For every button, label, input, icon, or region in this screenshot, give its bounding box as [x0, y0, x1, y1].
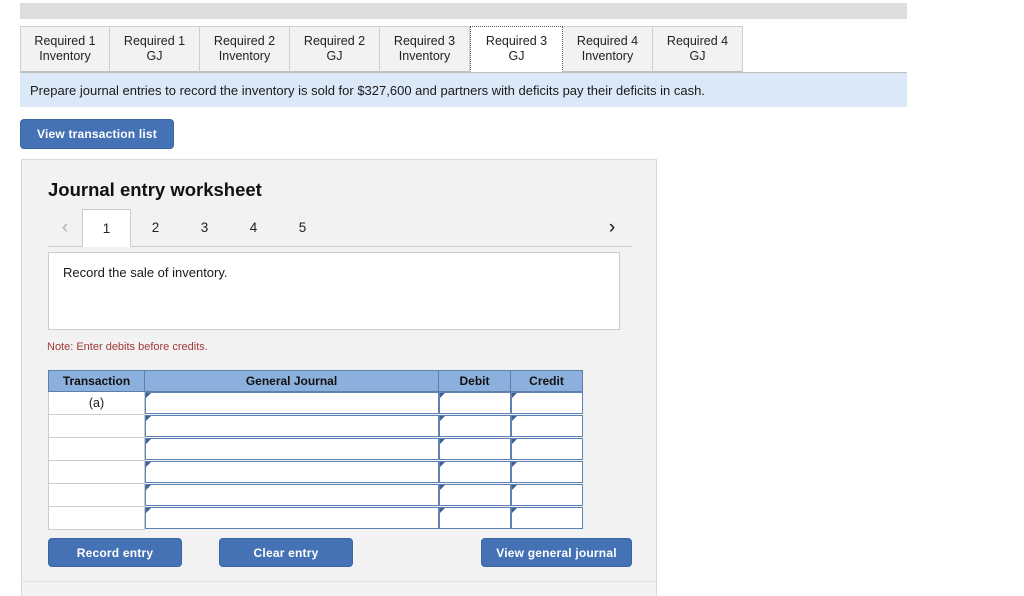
table-row: (a) — [48, 391, 583, 415]
requirement-tab-4[interactable]: Required 2 GJ — [290, 26, 380, 72]
general-journal-cell — [145, 506, 439, 530]
entry-description-text: Record the sale of inventory. — [63, 265, 228, 280]
table-row — [48, 437, 583, 461]
journal-entry-worksheet-panel: Journal entry worksheet ‹ 1 2 3 4 5 › Record t… — [21, 159, 657, 596]
requirement-tab-7[interactable]: Required 4 Inventory — [563, 26, 653, 72]
column-header-credit: Credit — [510, 370, 583, 392]
credit-cell — [510, 506, 583, 530]
credit-input[interactable] — [510, 437, 583, 460]
pager-prev-icon[interactable]: ‹ — [48, 209, 82, 246]
table-row — [48, 414, 583, 438]
debit-cell — [438, 391, 511, 415]
pager-next-icon[interactable]: › — [592, 209, 632, 246]
debit-input[interactable] — [438, 460, 511, 483]
top-gray-strip — [20, 3, 907, 19]
credit-cell — [510, 483, 583, 507]
transaction-cell — [48, 506, 145, 530]
general-journal-cell — [145, 391, 439, 415]
table-row — [48, 506, 583, 530]
debit-cell — [438, 437, 511, 461]
view-transaction-list-button[interactable]: View transaction list — [20, 119, 174, 149]
table-header-row: Transaction General Journal Debit Credit — [48, 370, 583, 392]
journal-entry-table: Transaction General Journal Debit Credit… — [48, 370, 583, 530]
credit-cell — [510, 460, 583, 484]
general-journal-input[interactable] — [145, 437, 439, 460]
debit-cell — [438, 414, 511, 438]
credit-cell — [510, 437, 583, 461]
debit-cell — [438, 506, 511, 530]
requirement-tab-3[interactable]: Required 2 Inventory — [200, 26, 290, 72]
general-journal-cell — [145, 437, 439, 461]
requirement-tab-1[interactable]: Required 1 Inventory — [20, 26, 110, 72]
general-journal-input[interactable] — [145, 460, 439, 483]
general-journal-input[interactable] — [145, 391, 439, 414]
credit-input[interactable] — [510, 506, 583, 529]
debit-input[interactable] — [438, 506, 511, 529]
instruction-text: Prepare journal entries to record the in… — [30, 82, 705, 98]
general-journal-cell — [145, 460, 439, 484]
requirement-tab-6[interactable]: Required 3 GJ — [470, 26, 563, 72]
credit-cell — [510, 391, 583, 415]
transaction-cell — [48, 414, 145, 438]
pager-page-4[interactable]: 4 — [229, 209, 278, 246]
requirement-tab-5[interactable]: Required 3 Inventory — [380, 26, 470, 72]
credit-input[interactable] — [510, 391, 583, 414]
debit-input[interactable] — [438, 391, 511, 414]
debit-input[interactable] — [438, 483, 511, 506]
pager-page-1[interactable]: 1 — [82, 209, 131, 247]
debits-before-credits-note: Note: Enter debits before credits. — [47, 341, 208, 353]
pager-page-5[interactable]: 5 — [278, 209, 327, 246]
general-journal-input[interactable] — [145, 414, 439, 437]
requirement-tab-2[interactable]: Required 1 GJ — [110, 26, 200, 72]
debit-input[interactable] — [438, 437, 511, 460]
general-journal-input[interactable] — [145, 506, 439, 529]
record-entry-button[interactable]: Record entry — [48, 538, 182, 567]
debit-cell — [438, 460, 511, 484]
transaction-cell: (a) — [48, 391, 145, 415]
column-header-debit: Debit — [438, 370, 511, 392]
general-journal-cell — [145, 483, 439, 507]
transaction-cell — [48, 460, 145, 484]
credit-input[interactable] — [510, 460, 583, 483]
column-header-general-journal: General Journal — [144, 370, 439, 392]
transaction-cell — [48, 483, 145, 507]
requirement-tabs: Required 1 Inventory Required 1 GJ Require… — [20, 26, 907, 73]
debit-input[interactable] — [438, 414, 511, 437]
transaction-cell — [48, 437, 145, 461]
table-row — [48, 483, 583, 507]
debit-cell — [438, 483, 511, 507]
general-journal-cell — [145, 414, 439, 438]
pager-page-2[interactable]: 2 — [131, 209, 180, 246]
view-general-journal-button[interactable]: View general journal — [481, 538, 632, 567]
clear-entry-button[interactable]: Clear entry — [219, 538, 353, 567]
instruction-banner: Prepare journal entries to record the in… — [20, 73, 907, 107]
credit-input[interactable] — [510, 414, 583, 437]
column-header-transaction: Transaction — [48, 370, 145, 392]
credit-cell — [510, 414, 583, 438]
worksheet-title: Journal entry worksheet — [48, 179, 262, 200]
general-journal-input[interactable] — [145, 483, 439, 506]
table-row — [48, 460, 583, 484]
credit-input[interactable] — [510, 483, 583, 506]
entry-description-box: Record the sale of inventory. — [48, 252, 620, 330]
panel-divider — [22, 581, 656, 582]
worksheet-pager: ‹ 1 2 3 4 5 › — [48, 209, 632, 247]
pager-page-3[interactable]: 3 — [180, 209, 229, 246]
page-root: Required 1 Inventory Required 1 GJ Require… — [0, 0, 1024, 596]
requirement-tab-8[interactable]: Required 4 GJ — [653, 26, 743, 72]
